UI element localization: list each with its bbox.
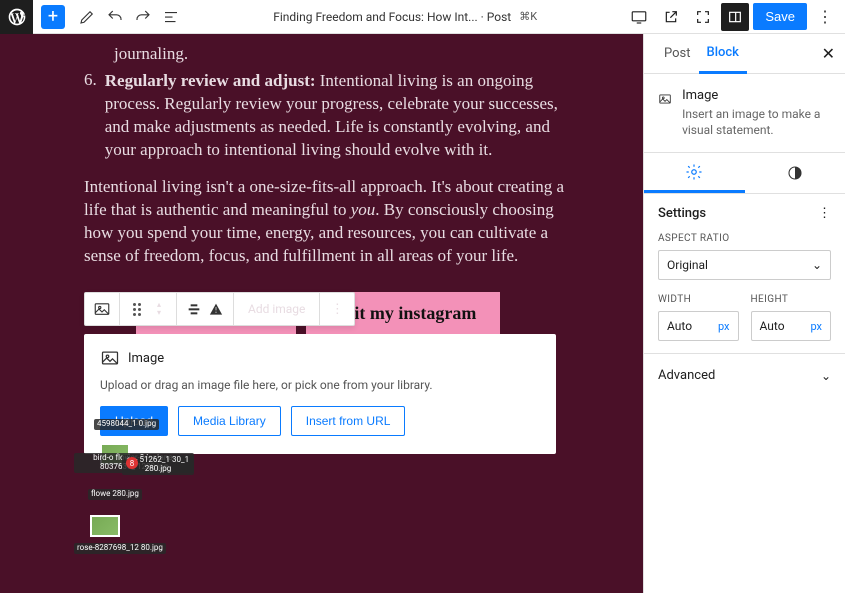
- block-inserter-button[interactable]: +: [41, 5, 65, 29]
- tab-post[interactable]: Post: [656, 34, 699, 73]
- gear-icon: [685, 163, 703, 181]
- warning-icon[interactable]: [205, 298, 227, 320]
- file-caption: rose-8287698_12 80.jpg: [74, 543, 166, 554]
- view-device-icon[interactable]: [625, 3, 653, 31]
- list-trail-text: journaling.: [114, 44, 579, 64]
- save-button[interactable]: Save: [753, 3, 807, 30]
- undo-icon[interactable]: [101, 3, 129, 31]
- sidebar-block-name: Image: [682, 88, 831, 103]
- redo-icon[interactable]: [129, 3, 157, 31]
- list-number: 6.: [84, 70, 97, 162]
- block-toolbar: ▴▾ Add image ⋮: [84, 292, 355, 326]
- file-thumb: [90, 515, 120, 537]
- move-arrows-icon[interactable]: ▴▾: [148, 298, 170, 320]
- command-shortcut: ⌘K: [519, 10, 537, 23]
- image-block-placeholder: Image Upload or drag an image file here,…: [84, 334, 556, 454]
- contrast-icon: [787, 165, 803, 181]
- height-input[interactable]: Autopx: [751, 311, 832, 341]
- section-options-icon[interactable]: ⋮: [818, 206, 831, 221]
- chevron-down-icon: ⌄: [821, 369, 831, 383]
- drag-handle-icon[interactable]: [126, 298, 148, 320]
- wordpress-logo[interactable]: [0, 0, 33, 34]
- sidebar-block-desc: Insert an image to make a visual stateme…: [682, 107, 831, 138]
- chevron-down-icon: ⌄: [812, 258, 822, 272]
- more-options-icon[interactable]: ⋮: [326, 298, 348, 320]
- image-block-title: Image: [128, 351, 164, 366]
- image-icon: [658, 88, 672, 110]
- add-image-button[interactable]: Add image: [240, 302, 313, 316]
- file-caption: flowe 280.jpg: [88, 489, 142, 500]
- media-library-button[interactable]: Media Library: [178, 406, 281, 436]
- width-input[interactable]: Autopx: [658, 311, 739, 341]
- aspect-ratio-select[interactable]: Original ⌄: [658, 250, 831, 280]
- insert-from-url-button[interactable]: Insert from URL: [291, 406, 406, 436]
- close-icon[interactable]: ✕: [822, 44, 835, 63]
- align-icon[interactable]: [183, 298, 205, 320]
- document-title[interactable]: Finding Freedom and Focus: How Int... · …: [273, 10, 511, 24]
- file-count-badge: 8: [126, 457, 138, 469]
- styles-subtab[interactable]: [745, 153, 845, 193]
- image-icon: [100, 348, 120, 368]
- editor-canvas[interactable]: journaling. 6. Regularly review and adju…: [0, 34, 643, 593]
- image-block-description: Upload or drag an image file here, or pi…: [100, 378, 540, 392]
- external-link-icon[interactable]: [657, 3, 685, 31]
- paragraph[interactable]: Intentional living isn't a one-size-fits…: [84, 176, 579, 268]
- edit-tool-icon[interactable]: [73, 3, 101, 31]
- width-label: WIDTH: [658, 294, 739, 305]
- fullscreen-icon[interactable]: [689, 3, 717, 31]
- options-menu-icon[interactable]: ⋮: [811, 7, 839, 26]
- aspect-ratio-label: ASPECT RATIO: [658, 233, 831, 244]
- settings-heading: Settings: [658, 206, 706, 221]
- list-item-text[interactable]: Regularly review and adjust: Intentional…: [105, 70, 579, 162]
- advanced-panel-toggle[interactable]: Advanced ⌄: [644, 354, 845, 397]
- settings-subtab[interactable]: [644, 153, 745, 193]
- image-block-icon[interactable]: [91, 298, 113, 320]
- settings-sidebar: Post Block ✕ Image Insert an image to ma…: [643, 34, 845, 593]
- file-caption: 4598044_1 0.jpg: [94, 419, 159, 430]
- height-label: HEIGHT: [751, 294, 832, 305]
- document-outline-icon[interactable]: [157, 3, 185, 31]
- tab-block[interactable]: Block: [699, 35, 747, 74]
- sidebar-toggle-icon[interactable]: [721, 3, 749, 31]
